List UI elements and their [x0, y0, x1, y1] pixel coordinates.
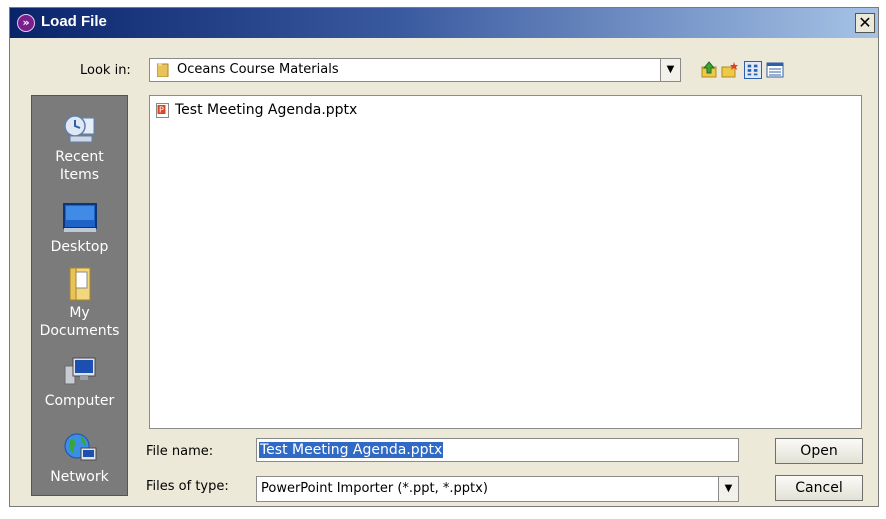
place-computer[interactable]: Computer: [32, 354, 127, 410]
recent-items-icon: [63, 115, 94, 143]
place-label: Computer: [44, 393, 115, 409]
chevron-down-icon[interactable]: ▼: [660, 59, 680, 81]
svg-text:P: P: [159, 106, 164, 115]
file-name-input[interactable]: Test Meeting Agenda.pptx: [256, 438, 739, 462]
list-view-icon[interactable]: [744, 61, 762, 79]
powerpoint-file-icon: P: [156, 103, 169, 118]
computer-icon: [64, 357, 95, 385]
title-bar[interactable]: » Load File ✕: [10, 8, 878, 38]
place-network[interactable]: Network: [32, 430, 127, 486]
close-button[interactable]: ✕: [855, 13, 875, 33]
place-label: Network: [50, 469, 109, 485]
details-view-icon[interactable]: [766, 61, 784, 79]
place-label: Items: [59, 167, 100, 183]
file-name: Test Meeting Agenda.pptx: [175, 102, 358, 118]
place-recent-items[interactable]: Recent Items: [32, 110, 127, 184]
places-bar: Recent Items Desktop My Documents Comput…: [31, 95, 128, 496]
folder-icon: [157, 63, 169, 77]
look-in-dropdown[interactable]: Oceans Course Materials ▼: [149, 58, 681, 82]
file-type-label: Files of type:: [146, 479, 229, 494]
file-name-label: File name:: [146, 444, 214, 459]
look-in-value: Oceans Course Materials: [177, 62, 339, 77]
dialog-title: Load File: [41, 13, 107, 30]
file-type-value: PowerPoint Importer (*.ppt, *.pptx): [261, 481, 488, 496]
place-label: My: [69, 305, 90, 321]
my-documents-icon: [69, 267, 90, 301]
open-button[interactable]: Open: [775, 438, 863, 464]
network-icon: [64, 433, 96, 461]
place-my-documents[interactable]: My Documents: [32, 266, 127, 340]
place-label: Documents: [39, 323, 120, 339]
place-label: Recent: [55, 149, 104, 165]
new-folder-icon[interactable]: [721, 61, 739, 79]
load-file-dialog: » Load File ✕ Look in: Oceans Course Mat…: [9, 7, 879, 507]
file-type-dropdown[interactable]: PowerPoint Importer (*.ppt, *.pptx) ▼: [256, 476, 739, 502]
place-desktop[interactable]: Desktop: [32, 200, 127, 256]
place-label: Desktop: [50, 239, 109, 255]
look-in-label: Look in:: [80, 63, 131, 78]
file-list[interactable]: P Test Meeting Agenda.pptx: [149, 95, 862, 429]
cancel-button[interactable]: Cancel: [775, 475, 863, 501]
app-icon: »: [17, 14, 35, 32]
up-folder-icon[interactable]: [700, 61, 718, 79]
desktop-icon: [62, 203, 97, 232]
chevron-down-icon[interactable]: ▼: [718, 477, 738, 501]
file-name-value: Test Meeting Agenda.pptx: [259, 442, 444, 458]
